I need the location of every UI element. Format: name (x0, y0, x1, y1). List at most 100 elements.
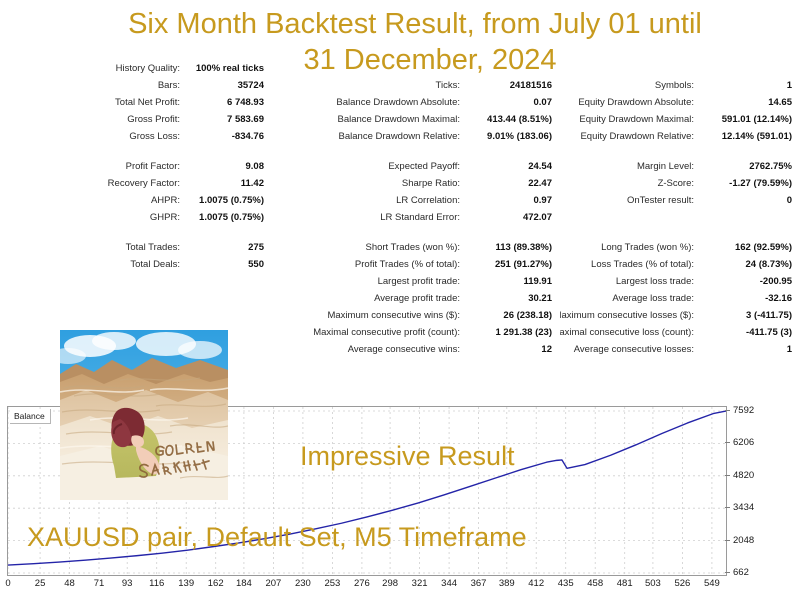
stat-row: Largest profit trade: 119.91 Largest loss … (0, 273, 800, 290)
stat-label: AHPR: (150, 195, 180, 206)
stat-value: 12 (541, 344, 552, 355)
stat-label: Equity Drawdown Absolute: (578, 97, 694, 108)
stat-value: 1 (786, 80, 792, 91)
stat-cell: Balance Drawdown Absolute: 0.07 (272, 97, 560, 108)
stat-value: 100% real ticks (195, 63, 264, 74)
stat-label: Profit Trades (% of total): (354, 259, 460, 270)
x-axis-tick-label: 344 (441, 578, 458, 589)
stat-cell: Largest profit trade: 119.91 (272, 276, 560, 287)
stat-label: Average consecutive losses: (573, 344, 694, 355)
x-axis-tick-label: 139 (178, 578, 195, 589)
stat-cell: Maximum consecutive losses ($): 3 (-411.7… (560, 310, 800, 321)
stat-label: Total Net Profit: (115, 97, 180, 108)
y-tick-mark (725, 539, 730, 541)
stat-value: 22.47 (528, 178, 552, 189)
stat-cell: OnTester result: 0 (560, 195, 800, 206)
stat-value: 3 (-411.75) (746, 310, 792, 321)
stat-label: Average loss trade: (612, 293, 694, 304)
x-axis-tick-label: 298 (382, 578, 399, 589)
x-axis-tick-label: 435 (557, 578, 574, 589)
stat-label: Gross Loss: (129, 131, 180, 142)
stat-value: 26 (238.18) (503, 310, 552, 321)
y-axis-tick-label: 3434 (725, 502, 754, 513)
stat-cell: Z-Score: -1.27 (79.59%) (560, 178, 800, 189)
stat-value: 413.44 (8.51%) (487, 114, 552, 125)
stat-label: Maximal consecutive loss (count): (560, 327, 694, 338)
stat-row: AHPR: 1.0075 (0.75%) LR Correlation: 0.97 On… (0, 192, 800, 209)
stat-label: Balance Drawdown Maximal: (337, 114, 461, 125)
stat-value: 24 (8.73%) (745, 259, 792, 270)
stat-value: 30.21 (528, 293, 552, 304)
stat-cell: Ticks: 24181516 (272, 80, 560, 91)
stat-label: Long Trades (won %): (601, 242, 694, 253)
stat-label: Maximal consecutive profit (count): (313, 327, 460, 338)
y-tick-mark (725, 507, 730, 509)
chart-y-axis: 662 2048 3434 4820 6206 7592 (725, 405, 791, 584)
stat-cell: Bars: 35724 (0, 80, 272, 91)
stat-group: History Quality: 100% real ticks Bars: 3572… (0, 60, 800, 145)
x-axis-tick-label: 389 (498, 578, 515, 589)
x-axis-tick-label: 276 (353, 578, 370, 589)
x-axis-tick-label: 503 (644, 578, 661, 589)
x-axis-tick-label: 230 (294, 578, 311, 589)
stat-value: -411.75 (3) (746, 327, 792, 338)
stat-cell: Maximal consecutive loss (count): -411.75… (560, 327, 800, 338)
x-axis-tick-label: 321 (411, 578, 428, 589)
x-axis-tick-label: 93 (121, 578, 133, 589)
stat-cell: Gross Profit: 7 583.69 (0, 114, 272, 125)
stat-value: 14.65 (768, 97, 792, 108)
stat-cell: Total Trades: 275 (0, 242, 272, 253)
stat-value: 472.07 (522, 212, 552, 223)
stat-cell: Gross Loss: -834.76 (0, 131, 272, 142)
y-tick-mark (725, 474, 730, 476)
x-axis-tick-label: 253 (324, 578, 341, 589)
stat-cell: Balance Drawdown Maximal: 413.44 (8.51%) (272, 114, 560, 125)
stat-value: 1.0075 (0.75%) (199, 212, 264, 223)
stat-cell: AHPR: 1.0075 (0.75%) (0, 195, 272, 206)
stat-cell: Profit Trades (% of total): 251 (91.27%) (272, 259, 560, 270)
stat-cell: Recovery Factor: 11.42 (0, 178, 272, 189)
stat-label: Balance Drawdown Absolute: (336, 97, 460, 108)
stat-value: 591.01 (12.14%) (721, 114, 792, 125)
x-axis-tick-label: 25 (34, 578, 46, 589)
stat-value: 0 (786, 195, 792, 206)
stat-label: OnTester result: (626, 195, 694, 206)
x-axis-tick-label: 207 (265, 578, 282, 589)
x-axis-tick-label: 458 (587, 578, 604, 589)
stat-row: Gross Loss: -834.76 Balance Drawdown Relat… (0, 128, 800, 145)
stat-cell: Maximal consecutive profit (count): 1 291… (272, 327, 560, 338)
stat-value: 1 291.38 (23) (495, 327, 552, 338)
x-axis-tick-label: 412 (528, 578, 545, 589)
stat-label: Ticks: (435, 80, 460, 91)
svg-text:GOLDEN: GOLDEN (160, 444, 198, 454)
y-axis-tick-label: 7592 (725, 405, 754, 416)
stat-value: 0.97 (533, 195, 553, 206)
stat-row: Total Net Profit: 6 748.93 Balance Drawdow… (0, 94, 800, 111)
chart-x-axis: 0 25 48 71 93 116 139 162 184 207 230 253 276 298 321 3… (0, 578, 760, 594)
stat-label: Margin Level: (636, 161, 694, 172)
stat-cell: Equity Drawdown Maximal: 591.01 (12.14%) (560, 114, 800, 125)
x-axis-tick-label: 71 (93, 578, 105, 589)
stat-label: Loss Trades (% of total): (591, 259, 694, 270)
stat-value: 275 (248, 242, 264, 253)
stat-value: 113 (89.38%) (495, 242, 552, 253)
stat-label: Largest loss trade: (615, 276, 694, 287)
stat-cell: LR Correlation: 0.97 (272, 195, 560, 206)
golden-sahara-logo-image: GOLDEN SAHARA (60, 330, 228, 500)
stat-cell: Average consecutive wins: 12 (272, 344, 560, 355)
stat-row: Maximum consecutive wins ($): 26 (238.18)… (0, 307, 800, 324)
stat-label: Z-Score: (657, 178, 694, 189)
stat-cell: Symbols: 1 (560, 80, 800, 91)
stat-cell: Expected Payoff: 24.54 (272, 161, 560, 172)
stat-row: Gross Profit: 7 583.69 Balance Drawdown Ma… (0, 111, 800, 128)
stat-cell: History Quality: 100% real ticks (0, 63, 272, 74)
stat-row: GHPR: 1.0075 (0.75%) LR Standard Error: 472… (0, 209, 800, 226)
stat-label: Average consecutive wins: (347, 344, 460, 355)
stat-label: Short Trades (won %): (365, 242, 460, 253)
stat-label: Bars: (157, 80, 180, 91)
stat-cell: Balance Drawdown Relative: 9.01% (183.06) (272, 131, 560, 142)
stat-cell: Sharpe Ratio: 22.47 (272, 178, 560, 189)
stat-value: 9.01% (183.06) (487, 131, 552, 142)
x-axis-tick-label: 0 (5, 578, 11, 589)
stat-cell: Total Net Profit: 6 748.93 (0, 97, 272, 108)
